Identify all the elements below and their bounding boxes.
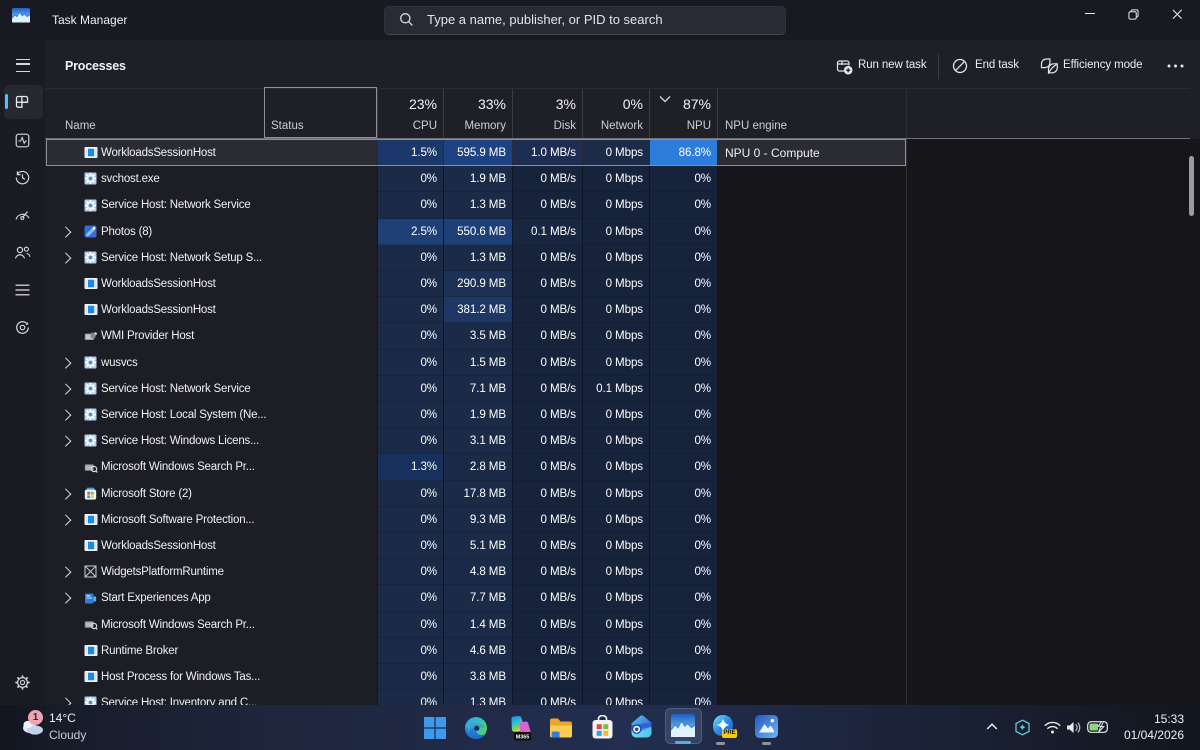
svg-text:M365: M365 (516, 734, 530, 740)
